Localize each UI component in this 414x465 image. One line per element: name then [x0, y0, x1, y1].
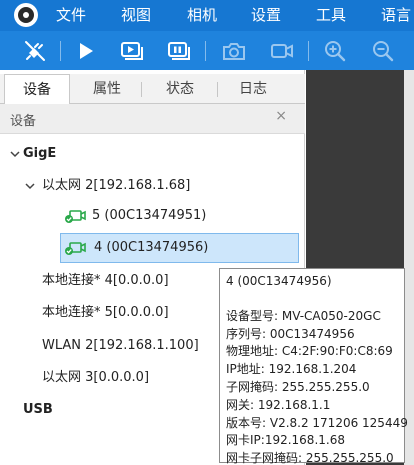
zoom-in-icon [325, 41, 346, 62]
tooltip-spacer [226, 291, 398, 308]
toolbar-separator [60, 41, 61, 61]
menu-language[interactable]: 语言 [381, 5, 411, 25]
play-button[interactable] [72, 38, 98, 64]
tab-devices[interactable]: 设备 [4, 74, 70, 105]
chevron-down-icon[interactable] [9, 148, 21, 160]
zoom-out-icon [373, 41, 394, 62]
camera-connected-icon [65, 210, 86, 223]
zoom-in-button[interactable] [322, 38, 348, 64]
close-icon[interactable]: × [275, 108, 287, 124]
tooltip-subnet: 子网掩码: 255.255.255.0 [226, 379, 370, 394]
tab-properties[interactable]: 属性 [74, 74, 140, 104]
tab-log[interactable]: 日志 [220, 74, 286, 104]
play-icon [80, 43, 93, 59]
tab-status[interactable]: 状态 [145, 74, 215, 104]
continuous-capture-button[interactable] [119, 38, 145, 64]
tab-divider [217, 82, 218, 97]
menu-bar: 文件 视图 相机 设置 工具 语言 [0, 0, 414, 31]
panel-title-bar: 设备 × [0, 104, 305, 134]
toolbar-separator [308, 41, 309, 61]
snapshot-camera-icon [223, 43, 245, 60]
preview-scrollbar[interactable] [404, 70, 414, 465]
tooltip-nic-ip: 网卡IP:192.168.1.68 [226, 433, 345, 448]
tree-node-usb[interactable]: USB [23, 401, 53, 419]
toolbar [0, 31, 414, 70]
tooltip-version: 版本号: V2.8.2 171206 125449 [226, 415, 408, 430]
tree-node-local-connection-4[interactable]: 本地连接* 4[0.0.0.0] [42, 272, 169, 290]
tooltip-mac: 物理地址: C4:2F:90:F0:C8:69 [226, 344, 393, 359]
record-video-icon [271, 44, 293, 58]
tree-node-camera-5[interactable]: 5 (00C13474951) [92, 207, 206, 225]
disconnect-icon [25, 41, 45, 61]
panel-tabs: 设备 属性 状态 日志 [0, 74, 305, 105]
tree-node-local-connection-5[interactable]: 本地连接* 5[0.0.0.0] [42, 304, 169, 322]
snapshot-button[interactable] [221, 38, 247, 64]
menu-settings[interactable]: 设置 [251, 5, 281, 25]
tree-node-ethernet-2[interactable]: 以太网 2[192.168.1.68] [42, 177, 190, 195]
disconnect-button[interactable] [22, 38, 48, 64]
toolbar-separator [205, 41, 206, 61]
tooltip-ip: IP地址: 192.168.1.204 [226, 362, 357, 377]
menu-tools[interactable]: 工具 [316, 5, 346, 25]
tab-divider [141, 82, 142, 97]
chevron-down-icon[interactable] [24, 180, 36, 192]
device-info-tooltip: 4 (00C13474956) 设备型号: MV-CA050-20GC 序列号:… [219, 268, 408, 465]
tree-node-wlan-2[interactable]: WLAN 2[192.168.1.100] [42, 337, 199, 355]
stop-capture-icon [168, 42, 190, 60]
stop-capture-button[interactable] [166, 38, 192, 64]
tree-node-ethernet-3[interactable]: 以太网 3[0.0.0.0] [42, 369, 149, 387]
tooltip-gateway: 网关: 192.168.1.1 [226, 397, 331, 412]
panel-title: 设备 [10, 114, 37, 129]
tooltip-serial: 序列号: 00C13474956 [226, 326, 355, 341]
menu-file[interactable]: 文件 [56, 5, 86, 25]
tree-node-gige[interactable]: GigE [23, 145, 56, 163]
app-logo-icon [14, 3, 38, 27]
record-video-button[interactable] [269, 38, 295, 64]
menu-view[interactable]: 视图 [121, 5, 151, 25]
camera-connected-icon [65, 242, 86, 255]
tooltip-title: 4 (00C13474956) [226, 274, 332, 288]
menu-camera[interactable]: 相机 [187, 5, 217, 25]
tree-node-camera-4[interactable]: 4 (00C13474956) [94, 239, 208, 257]
tooltip-nic-subnet: 网卡子网掩码: 255.255.255.0 [226, 451, 394, 465]
zoom-out-button[interactable] [370, 38, 396, 64]
continuous-capture-icon [121, 42, 143, 60]
tooltip-model: 设备型号: MV-CA050-20GC [226, 308, 381, 323]
